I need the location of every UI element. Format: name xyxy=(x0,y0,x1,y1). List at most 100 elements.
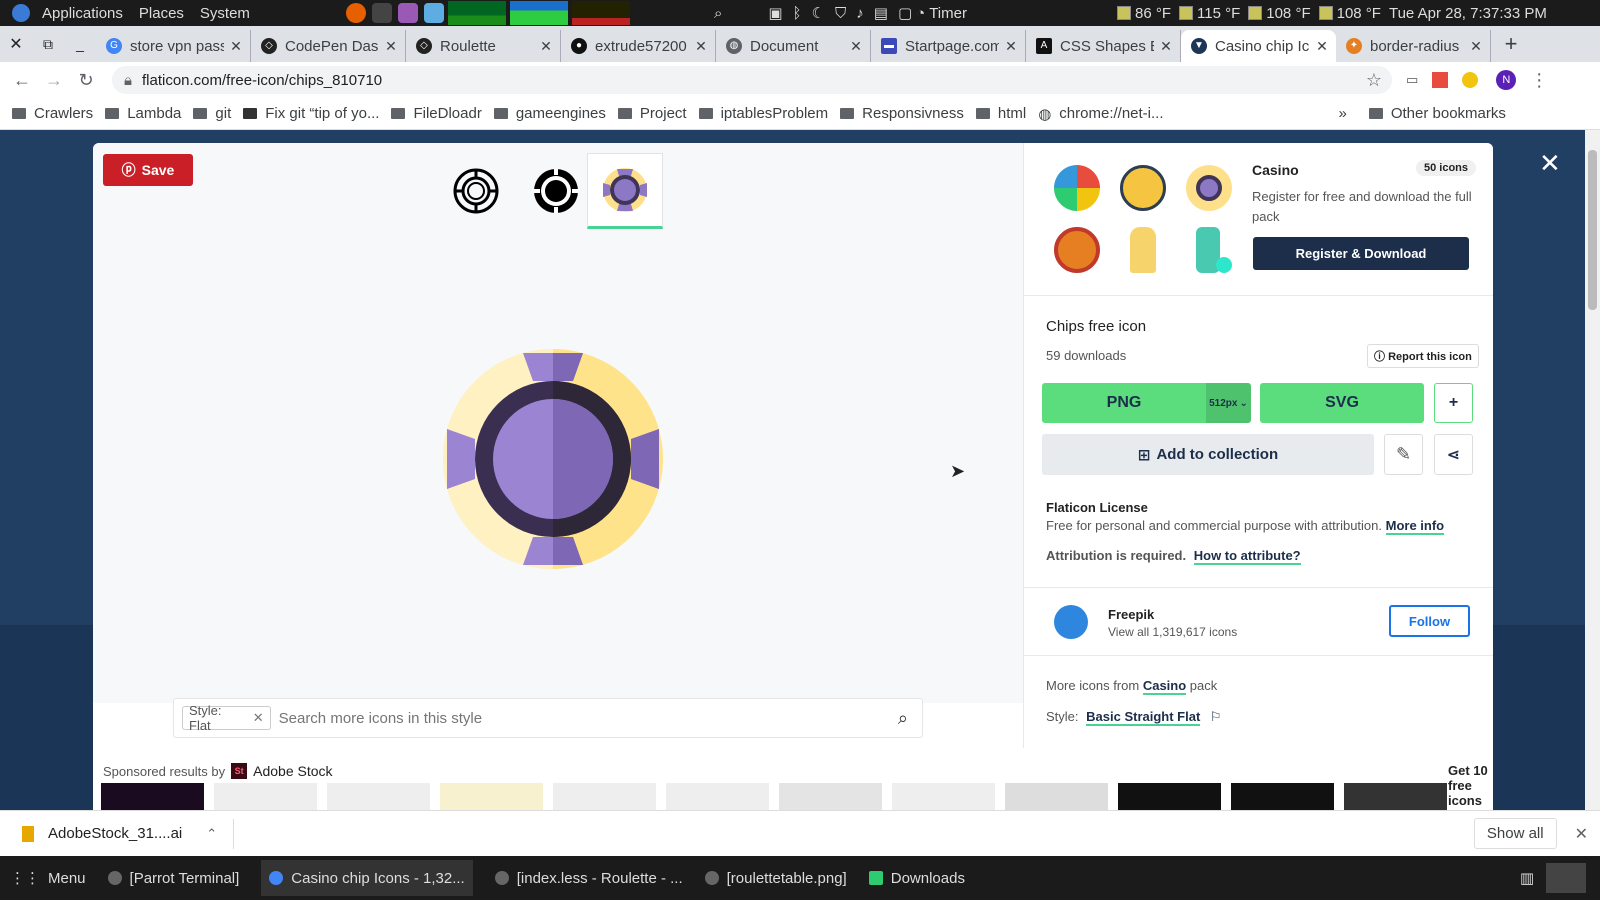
sponsored-thumb[interactable] xyxy=(101,783,204,810)
sponsored-thumb[interactable] xyxy=(327,783,430,810)
follow-button[interactable]: Follow xyxy=(1389,605,1470,637)
tab-close-icon[interactable]: ✕ xyxy=(848,38,864,55)
variant-outline[interactable] xyxy=(438,153,514,229)
volume-icon[interactable]: ♪ xyxy=(856,5,864,22)
adobe-stock-label[interactable]: Adobe Stock xyxy=(253,763,332,779)
download-filename[interactable]: AdobeStock_31....ai xyxy=(48,825,182,842)
add-to-collection-button[interactable]: ⊞ Add to collection xyxy=(1042,434,1374,475)
sponsored-thumb[interactable] xyxy=(553,783,656,810)
sponsored-thumb[interactable] xyxy=(892,783,995,810)
chip-pack-icon[interactable] xyxy=(1186,165,1232,211)
tab[interactable]: ◍ Document ✕ xyxy=(716,30,871,62)
edit-icon-button[interactable]: ✎ xyxy=(1384,434,1423,475)
clipboard-icon[interactable]: ▤ xyxy=(874,4,888,22)
sponsored-thumb[interactable] xyxy=(1118,783,1221,810)
search-icon[interactable]: ⌕ xyxy=(714,5,722,22)
tab-close-icon[interactable]: ✕ xyxy=(1158,38,1174,55)
window-close-icon[interactable]: ✕ xyxy=(0,34,32,54)
pinterest-save-button[interactable]: ⓟ Save xyxy=(103,154,193,186)
vpn-shield-icon[interactable]: ⛉ xyxy=(835,5,846,22)
parrot-logo-icon[interactable] xyxy=(12,4,30,22)
sponsored-thumb[interactable] xyxy=(1231,783,1334,810)
variant-filled[interactable] xyxy=(518,153,594,229)
tab-active[interactable]: ▼ Casino chip Ic ✕ xyxy=(1181,30,1336,62)
tab-close-icon[interactable]: ✕ xyxy=(383,38,399,55)
tab[interactable]: Gstore vpn pass ✕ xyxy=(96,30,251,62)
sponsored-thumb[interactable] xyxy=(440,783,543,810)
style-search-bar[interactable]: Style: Flat ✕ ⌕ xyxy=(173,698,923,738)
author-count[interactable]: View all 1,319,617 icons xyxy=(1108,625,1237,639)
more-formats-button[interactable]: + xyxy=(1434,383,1473,423)
png-download-button[interactable]: PNG xyxy=(1042,383,1206,423)
taskbar-item[interactable]: [Parrot Terminal] xyxy=(107,870,239,887)
tab[interactable]: ◇ Roulette ✕ xyxy=(406,30,561,62)
sponsored-thumb[interactable] xyxy=(1344,783,1447,810)
tab-close-icon[interactable]: ✕ xyxy=(693,38,709,55)
roulette-icon[interactable] xyxy=(1054,227,1100,273)
svg-download-button[interactable]: SVG xyxy=(1260,383,1424,423)
tab-close-icon[interactable]: ✕ xyxy=(538,38,554,55)
tab-close-icon[interactable]: ✕ xyxy=(1003,38,1019,55)
night-light-icon[interactable]: ☾ xyxy=(812,4,825,22)
extension-red-icon[interactable] xyxy=(1432,72,1449,88)
url-text[interactable]: flaticon.com/free-icon/chips_810710 xyxy=(142,72,382,89)
sponsored-thumb[interactable] xyxy=(1005,783,1108,810)
how-to-attribute-link[interactable]: How to attribute? xyxy=(1193,548,1301,565)
avatar[interactable]: N xyxy=(1496,70,1517,90)
style-link[interactable]: Basic Straight Flat xyxy=(1086,709,1201,726)
forward-icon[interactable]: → xyxy=(38,70,70,91)
author-name[interactable]: Freepik xyxy=(1108,607,1154,622)
bookmark-folder[interactable]: Crawlers xyxy=(12,105,93,122)
taskbar-item-active[interactable]: Casino chip Icons - 1,32... xyxy=(261,860,473,896)
bookmark-folder[interactable]: iptablesProblem xyxy=(698,105,828,122)
firefox-icon[interactable] xyxy=(345,3,366,23)
search-input[interactable] xyxy=(278,709,898,727)
terminal-icon[interactable] xyxy=(371,3,392,23)
menu-button[interactable]: Menu xyxy=(48,870,86,887)
window-restore-icon[interactable]: ⧉ xyxy=(32,36,64,53)
display-icon[interactable]: ▢ xyxy=(898,4,912,22)
extension-cast-icon[interactable]: ▭ xyxy=(1406,72,1418,88)
bookmark-folder[interactable]: Responsivness xyxy=(840,105,964,122)
bookmark-link[interactable]: ◍ chrome://net-i... xyxy=(1038,105,1163,123)
search-icon[interactable]: ⌕ xyxy=(898,708,908,729)
tab[interactable]: ◇ CodePen Dash ✕ xyxy=(251,30,406,62)
bookmark-folder[interactable]: git xyxy=(193,105,231,122)
chip-close-icon[interactable]: ✕ xyxy=(253,710,264,726)
taskbar-item[interactable]: Downloads xyxy=(868,870,965,887)
pack-name[interactable]: Casino xyxy=(1252,162,1299,178)
register-download-button[interactable]: Register & Download xyxy=(1253,237,1469,270)
tab[interactable]: ▬ Startpage.com ✕ xyxy=(871,30,1026,62)
other-bookmarks[interactable]: Other bookmarks xyxy=(1368,105,1506,122)
apps-grid-icon[interactable]: ⋮⋮ xyxy=(10,869,40,887)
downloads-close-icon[interactable]: ✕ xyxy=(1575,824,1588,844)
pack-link[interactable]: Casino xyxy=(1142,678,1187,695)
clock[interactable]: Tue Apr 28, 7:37:33 PM xyxy=(1389,5,1547,22)
get-free-icons-link[interactable]: Get 10 free icons xyxy=(1448,763,1493,808)
chevron-up-icon[interactable]: ⌃ xyxy=(206,826,217,842)
app-tray-icon[interactable]: ▣ xyxy=(768,4,782,22)
tab-close-icon[interactable]: ✕ xyxy=(1314,38,1330,55)
timer-label[interactable]: Timer xyxy=(929,5,967,22)
taskbar-item[interactable]: [roulettetable.png] xyxy=(704,870,847,887)
page-scrollbar[interactable] xyxy=(1585,130,1600,810)
places-menu[interactable]: Places xyxy=(139,5,184,22)
style-filter-chip[interactable]: Style: Flat ✕ xyxy=(182,703,271,733)
reload-icon[interactable]: ↻ xyxy=(70,70,102,91)
extension-yellow-icon[interactable] xyxy=(1462,72,1479,88)
lottery-machine-icon[interactable] xyxy=(1120,165,1166,211)
tab[interactable]: ● extrude57200 ✕ xyxy=(561,30,716,62)
bookmark-folder[interactable]: Lambda xyxy=(105,105,181,122)
show-all-button[interactable]: Show all xyxy=(1473,818,1557,849)
editor-icon[interactable] xyxy=(397,3,418,23)
bookmark-folder[interactable]: Project xyxy=(617,105,687,122)
scrollbar-thumb[interactable] xyxy=(1588,150,1597,310)
back-icon[interactable]: ← xyxy=(6,70,38,91)
chrome-tray-icon[interactable] xyxy=(1546,863,1586,893)
new-tab-icon[interactable]: + xyxy=(1491,31,1531,57)
more-info-link[interactable]: More info xyxy=(1385,518,1445,535)
browser-menu-icon[interactable]: ⋮ xyxy=(1530,70,1548,91)
workspace-switcher-icon[interactable]: ▥ xyxy=(1520,869,1534,887)
bookmark-link[interactable]: Fix git “tip of yo... xyxy=(243,105,379,122)
bookmarks-overflow-icon[interactable]: » xyxy=(1339,105,1347,122)
